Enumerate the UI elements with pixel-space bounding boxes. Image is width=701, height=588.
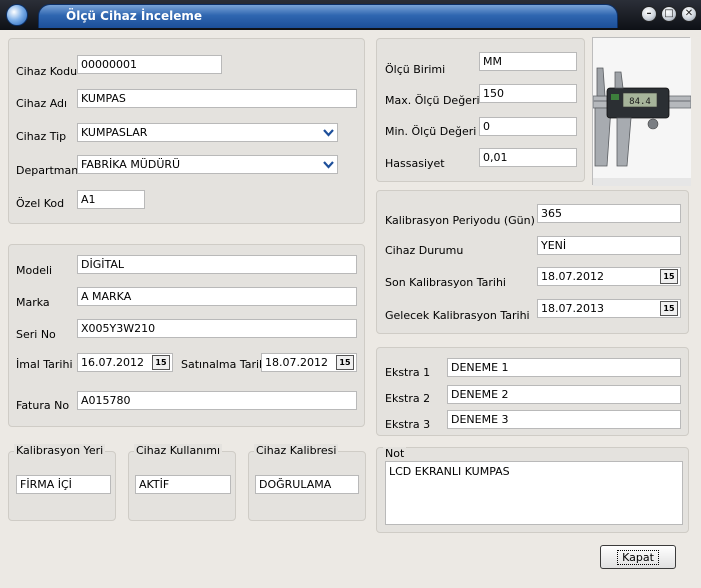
window: Ölçü Cihaz İnceleme – □ ✕ Cihaz Kodu 000… (0, 0, 701, 588)
ozel-kod-label: Özel Kod (16, 197, 65, 210)
ekstra3-label: Ekstra 3 (385, 418, 431, 431)
caliper-image: 84.4 (592, 38, 692, 186)
cihaz-adi-field[interactable]: KUMPAS (77, 89, 357, 108)
cihaz-kalibresi-group: Cihaz Kalibresi DOĞRULAMA (248, 444, 366, 521)
periyot-field[interactable]: 365 (537, 204, 681, 223)
cihaz-tip-value: KUMPASLAR (81, 126, 148, 139)
calendar-icon[interactable]: 15 (336, 355, 354, 370)
cihaz-kodu-field[interactable]: 00000001 (77, 55, 222, 74)
seri-no-label: Seri No (16, 328, 56, 341)
cihaz-tip-select[interactable]: KUMPASLAR (77, 123, 338, 142)
modeli-label: Modeli (16, 264, 53, 277)
maximize-icon[interactable]: □ (661, 6, 677, 22)
cihaz-kalibresi-title: Cihaz Kalibresi (254, 444, 339, 457)
details-panel: Modeli DİGİTAL Marka A MARKA Seri No X00… (8, 244, 365, 427)
minimize-icon[interactable]: – (641, 6, 657, 22)
hassasiyet-field[interactable]: 0,01 (479, 148, 577, 167)
gelecek-tarih-label: Gelecek Kalibrasyon Tarihi (385, 309, 530, 322)
cihaz-tip-label: Cihaz Tip (16, 130, 67, 143)
olcu-birimi-label: Ölçü Birimi (385, 63, 446, 76)
general-panel: Cihaz Kodu 00000001 Cihaz Adı KUMPAS Cih… (8, 38, 365, 224)
close-icon[interactable]: ✕ (681, 6, 697, 22)
max-olcu-field[interactable]: 150 (479, 84, 577, 103)
cihaz-adi-label: Cihaz Adı (16, 97, 68, 110)
satinalma-tarihi-field[interactable]: 18.07.2012 15 (261, 353, 357, 372)
seri-no-field[interactable]: X005Y3W210 (77, 319, 357, 338)
durum-label: Cihaz Durumu (385, 244, 464, 257)
note-textarea[interactable]: LCD EKRANLI KUMPAS (385, 461, 683, 525)
calendar-icon[interactable]: 15 (152, 355, 170, 370)
calendar-icon[interactable]: 15 (660, 301, 678, 316)
cihaz-kullanimi-group: Cihaz Kullanımı AKTİF (128, 444, 236, 521)
calibration-panel: Kalibrasyon Periyodu (Gün) 365 Cihaz Dur… (376, 190, 689, 334)
kalibrasyon-yeri-group: Kalibrasyon Yeri FİRMA İÇİ (8, 444, 116, 521)
ekstra3-field[interactable]: DENEME 3 (447, 410, 681, 429)
gelecek-tarih-value: 18.07.2013 (541, 302, 604, 315)
gelecek-tarih-field[interactable]: 18.07.2013 15 (537, 299, 681, 318)
caliper-display: 84.4 (629, 97, 651, 107)
fatura-no-label: Fatura No (16, 399, 70, 412)
marka-label: Marka (16, 296, 50, 309)
olcu-birimi-field[interactable]: MM (479, 52, 577, 71)
ozel-kod-field[interactable]: A1 (77, 190, 145, 209)
chevron-down-icon[interactable] (320, 156, 337, 173)
min-olcu-field[interactable]: 0 (479, 117, 577, 136)
close-button[interactable]: Kapat (600, 545, 676, 569)
close-button-label: Kapat (617, 549, 659, 565)
cihaz-kodu-label: Cihaz Kodu (16, 65, 78, 78)
departman-select[interactable]: FABRİKA MÜDÜRÜ (77, 155, 338, 174)
window-title: Ölçü Cihaz İnceleme (66, 9, 203, 23)
ekstra2-field[interactable]: DENEME 2 (447, 385, 681, 404)
son-tarih-value: 18.07.2012 (541, 270, 604, 283)
max-olcu-label: Max. Ölçü Değeri (385, 94, 480, 107)
ekstra2-label: Ekstra 2 (385, 392, 431, 405)
hassasiyet-label: Hassasiyet (385, 157, 445, 170)
modeli-field[interactable]: DİGİTAL (77, 255, 357, 274)
periyot-label: Kalibrasyon Periyodu (Gün) (385, 214, 535, 227)
fatura-no-field[interactable]: A015780 (77, 391, 357, 410)
app-icon (6, 4, 28, 26)
son-tarih-field[interactable]: 18.07.2012 15 (537, 267, 681, 286)
satinalma-tarihi-label: Satınalma Tarihi (181, 358, 270, 371)
kalibrasyon-yeri-field[interactable]: FİRMA İÇİ (16, 475, 111, 494)
imal-tarihi-label: İmal Tarihi (16, 358, 73, 371)
calendar-icon[interactable]: 15 (660, 269, 678, 284)
measure-panel: Ölçü Birimi MM Max. Ölçü Değeri 150 Min.… (376, 38, 585, 182)
marka-field[interactable]: A MARKA (77, 287, 357, 306)
durum-field[interactable]: YENİ (537, 236, 681, 255)
chevron-down-icon[interactable] (320, 124, 337, 141)
min-olcu-label: Min. Ölçü Değeri (385, 125, 477, 138)
departman-label: Departman (16, 164, 79, 177)
son-tarih-label: Son Kalibrasyon Tarihi (385, 276, 506, 289)
departman-value: FABRİKA MÜDÜRÜ (81, 158, 181, 171)
title-bar: Ölçü Cihaz İnceleme – □ ✕ (0, 0, 701, 30)
imal-tarihi-field[interactable]: 16.07.2012 15 (77, 353, 173, 372)
cihaz-kullanimi-field[interactable]: AKTİF (135, 475, 231, 494)
note-title: Not (383, 447, 407, 460)
cihaz-kullanimi-title: Cihaz Kullanımı (134, 444, 223, 457)
extras-panel: Ekstra 1 DENEME 1 Ekstra 2 DENEME 2 Ekst… (376, 347, 689, 436)
device-photo: 84.4 (592, 37, 692, 186)
ekstra1-field[interactable]: DENEME 1 (447, 358, 681, 377)
satinalma-tarihi-value: 18.07.2012 (265, 356, 328, 369)
imal-tarihi-value: 16.07.2012 (81, 356, 144, 369)
cihaz-kalibresi-field[interactable]: DOĞRULAMA (255, 475, 359, 494)
kalibrasyon-yeri-title: Kalibrasyon Yeri (14, 444, 106, 457)
ekstra1-label: Ekstra 1 (385, 366, 431, 379)
